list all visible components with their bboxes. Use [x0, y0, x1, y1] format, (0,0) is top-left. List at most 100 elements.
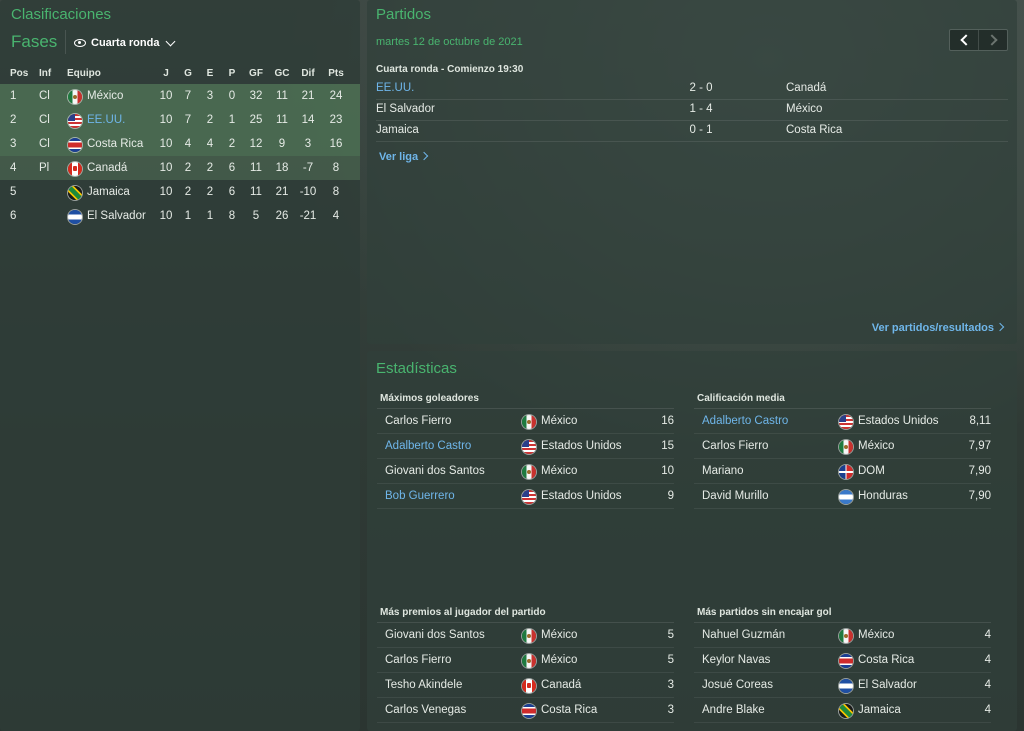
col-gf[interactable]: GF — [243, 64, 269, 84]
table-row[interactable]: 4 Pl Canadá 10 2 2 6 11 18 -7 8 — [0, 156, 360, 180]
match-row[interactable]: El Salvador 1 - 4 México — [376, 99, 1008, 121]
stat-value: 7,90 — [968, 465, 991, 477]
team-name[interactable]: El Salvador — [87, 204, 146, 228]
away-team[interactable]: Canadá — [786, 78, 826, 99]
player-name[interactable]: Bob Guerrero — [385, 484, 455, 508]
match-row[interactable]: Jamaica 0 - 1 Costa Rica — [376, 120, 1008, 142]
player-name[interactable]: Nahuel Guzmán — [702, 623, 785, 647]
stage-dropdown[interactable]: Cuarta ronda — [74, 35, 176, 51]
player-name[interactable]: Mariano — [702, 459, 744, 483]
standings-header: Pos Inf Equipo J G E P GF GC Dif Pts — [0, 64, 360, 84]
mexico-flag-icon — [839, 629, 853, 643]
nationality: Estados Unidos — [858, 415, 939, 427]
col-pos[interactable]: Pos — [10, 64, 28, 84]
stat-row[interactable]: Keylor Navas Costa Rica 4 — [694, 648, 991, 673]
jamaica-flag-icon — [68, 186, 82, 200]
col-gc[interactable]: GC — [269, 64, 295, 84]
team-name[interactable]: Jamaica — [87, 180, 130, 204]
player-name[interactable]: Andre Blake — [702, 698, 765, 722]
matches-panel: Partidos martes 12 de octubre de 2021 Cu… — [367, 0, 1017, 344]
col-p[interactable]: P — [219, 64, 245, 84]
col-dif[interactable]: Dif — [295, 64, 321, 84]
nationality: Canadá — [541, 679, 582, 691]
next-day-button[interactable] — [978, 30, 1007, 50]
stat-row[interactable]: Nahuel Guzmán México 4 — [694, 623, 991, 648]
cell-gf: 32 — [249, 90, 263, 102]
team-name[interactable]: Costa Rica — [87, 132, 143, 156]
previous-day-button[interactable] — [950, 30, 978, 50]
stat-row[interactable]: Carlos Fierro México 5 — [377, 648, 674, 673]
player-name[interactable]: Adalberto Castro — [702, 409, 788, 433]
usa-flag-icon — [839, 415, 853, 429]
home-team[interactable]: El Salvador — [376, 99, 435, 120]
home-team[interactable]: Jamaica — [376, 120, 419, 141]
stat-row[interactable]: Josué Coreas El Salvador 4 — [694, 673, 991, 698]
stat-row[interactable]: Carlos Fierro México 16 — [377, 409, 674, 434]
col-inf[interactable]: Inf — [39, 64, 51, 84]
stat-value: 7,90 — [968, 490, 991, 502]
stat-row[interactable]: Tesho Akindele Canadá 3 — [377, 673, 674, 698]
team-name[interactable]: México — [87, 84, 123, 108]
player-name[interactable]: Keylor Navas — [702, 648, 770, 672]
player-name[interactable]: Carlos Fierro — [385, 648, 451, 672]
cell-pts: 8 — [332, 186, 340, 198]
stat-row[interactable]: Carlos Fierro México 7,97 — [694, 434, 991, 459]
phase-bar: Fases Cuarta ronda — [0, 28, 360, 56]
view-league-link[interactable]: Ver liga — [379, 151, 429, 163]
cell-gf: 11 — [250, 162, 262, 174]
block-heading: Más premios al jugador del partido — [377, 604, 674, 623]
team-name[interactable]: Canadá — [87, 156, 127, 180]
away-team[interactable]: Costa Rica — [786, 120, 842, 141]
mexico-flag-icon — [68, 90, 82, 104]
view-fixtures-link[interactable]: Ver partidos/resultados — [872, 322, 1005, 334]
nationality: Costa Rica — [858, 654, 915, 666]
player-name[interactable]: Giovani dos Santos — [385, 459, 485, 483]
stat-row[interactable]: Carlos Venegas Costa Rica 3 — [377, 698, 674, 723]
match-score[interactable]: 0 - 1 — [666, 120, 736, 141]
player-name[interactable]: Carlos Venegas — [385, 698, 466, 722]
chevron-left-icon — [959, 34, 972, 46]
col-team[interactable]: Equipo — [67, 64, 101, 84]
player-name[interactable]: Josué Coreas — [702, 673, 773, 697]
table-row[interactable]: 3 Cl Costa Rica 10 4 4 2 12 9 3 16 — [0, 132, 360, 156]
player-of-match-block: Más premios al jugador del partido Giova… — [377, 604, 674, 723]
player-name[interactable]: Giovani dos Santos — [385, 623, 485, 647]
cell-gf: 11 — [250, 186, 262, 198]
cell-gc: 11 — [276, 90, 288, 102]
round-heading: Cuarta ronda - Comienzo 19:30 — [376, 64, 524, 75]
player-name[interactable]: Tesho Akindele — [385, 673, 462, 697]
cell-gc: 11 — [276, 114, 288, 126]
honduras-flag-icon — [839, 490, 853, 504]
team-name[interactable]: EE.UU. — [87, 108, 125, 132]
player-name[interactable]: Adalberto Castro — [385, 434, 471, 458]
stat-row[interactable]: Mariano DOM 7,90 — [694, 459, 991, 484]
cell-gc: 9 — [278, 138, 286, 150]
stat-row[interactable]: Adalberto Castro Estados Unidos 15 — [377, 434, 674, 459]
player-name[interactable]: Carlos Fierro — [385, 409, 451, 433]
table-row[interactable]: 1 Cl México 10 7 3 0 32 11 21 24 — [0, 84, 360, 108]
table-row[interactable]: 6 El Salvador 10 1 1 8 5 26 -21 4 — [0, 204, 360, 228]
table-row[interactable]: 5 Jamaica 10 2 2 6 11 21 -10 8 — [0, 180, 360, 204]
stat-row[interactable]: Adalberto Castro Estados Unidos 8,11 — [694, 409, 991, 434]
table-row[interactable]: 2 Cl EE.UU. 10 7 2 1 25 11 14 23 — [0, 108, 360, 132]
stat-row[interactable]: Giovani dos Santos México 10 — [377, 459, 674, 484]
away-team[interactable]: México — [786, 99, 822, 120]
stat-row[interactable]: Bob Guerrero Estados Unidos 9 — [377, 484, 674, 509]
costa-rica-flag-icon — [839, 654, 853, 668]
stat-value: 4 — [984, 654, 991, 666]
match-score[interactable]: 1 - 4 — [666, 99, 736, 120]
nationality: México — [541, 654, 578, 666]
player-name[interactable]: Carlos Fierro — [702, 434, 768, 458]
stat-row[interactable]: Giovani dos Santos México 5 — [377, 623, 674, 648]
match-score[interactable]: 2 - 0 — [666, 78, 736, 99]
cell-pos: 4 — [10, 162, 17, 174]
home-team[interactable]: EE.UU. — [376, 78, 414, 99]
stat-row[interactable]: Andre Blake Jamaica 4 — [694, 698, 991, 723]
statistics-panel: Estadísticas Máximos goleadores Carlos F… — [367, 351, 1017, 731]
date-navigation — [949, 29, 1008, 51]
player-name[interactable]: David Murillo — [702, 484, 768, 508]
col-pts[interactable]: Pts — [323, 64, 349, 84]
match-row[interactable]: EE.UU. 2 - 0 Canadá — [376, 78, 1008, 100]
stat-value: 4 — [984, 679, 991, 691]
stat-row[interactable]: David Murillo Honduras 7,90 — [694, 484, 991, 509]
